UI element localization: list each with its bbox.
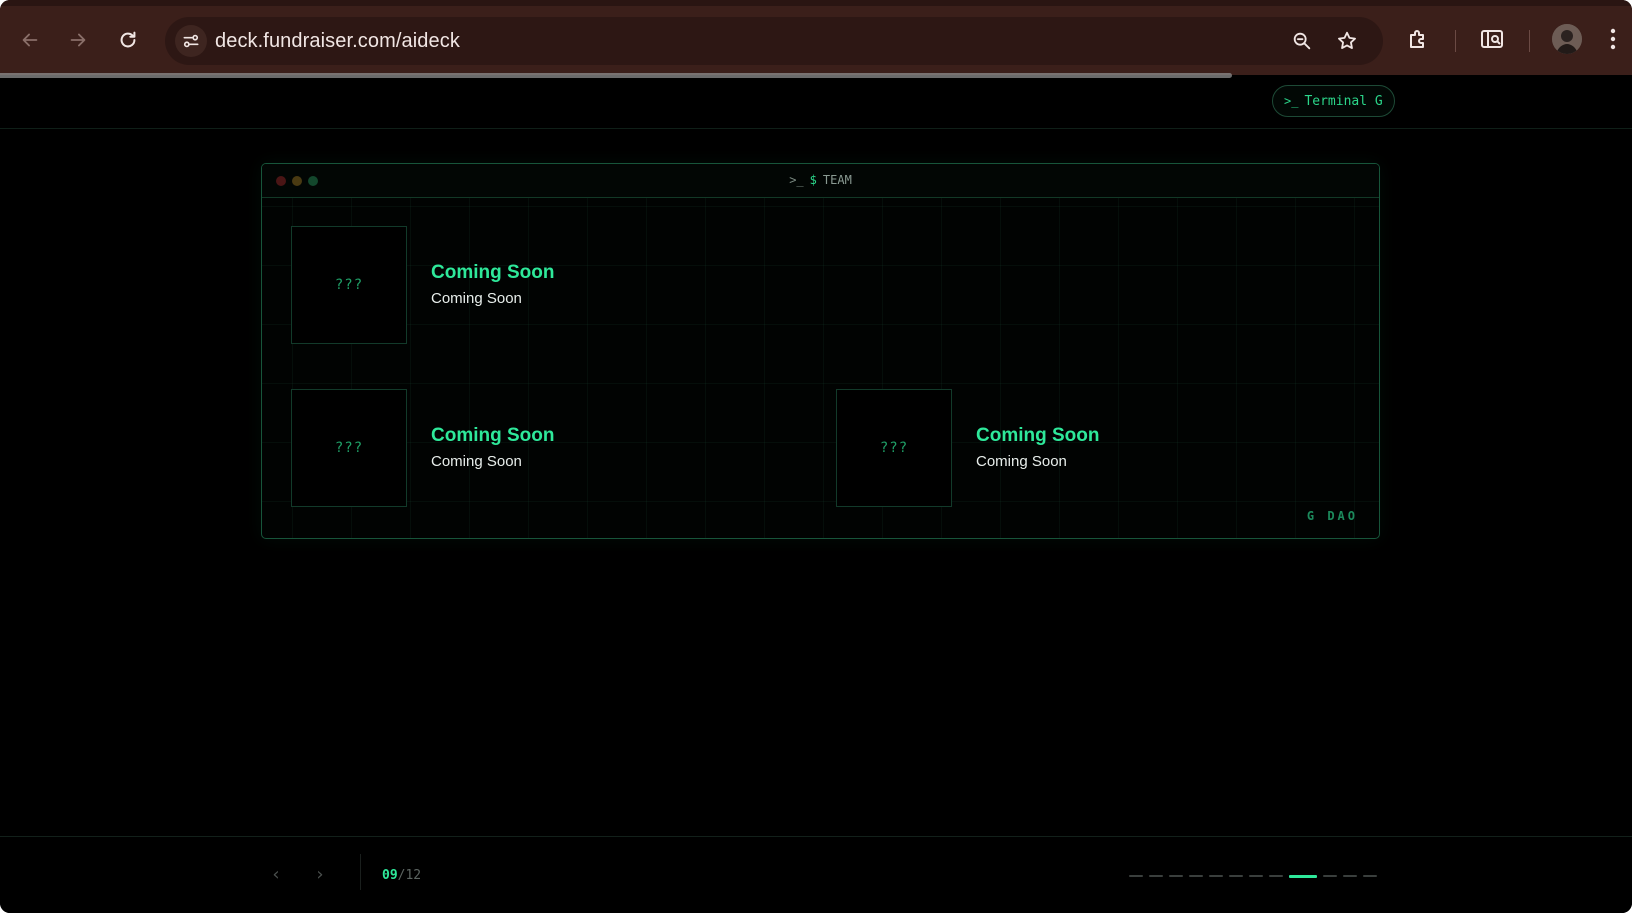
terminal-prompt-icon: >_ [1284,94,1299,108]
back-arrow-icon[interactable] [14,24,46,56]
member-name: Coming Soon [431,262,555,283]
member-name: Coming Soon [976,425,1100,446]
toolbar-divider [1455,30,1456,52]
kebab-menu-icon[interactable] [1598,24,1628,54]
slide-counter: 09/12 [382,868,421,883]
member-role: Coming Soon [976,453,1067,470]
footer-divider [0,836,1632,837]
terminal-button[interactable]: >_ Terminal G [1272,85,1395,117]
team-terminal-window: >_ $ TEAM ??? Coming Soon Coming Soon ??? … [261,163,1380,539]
site-settings-icon[interactable] [175,25,207,57]
member-role: Coming Soon [431,290,522,307]
prompt-symbol: $ [809,173,817,187]
member-avatar-placeholder: ??? [291,389,407,507]
profile-avatar[interactable] [1552,24,1582,54]
prev-slide-button[interactable]: ‹ [264,862,288,886]
zoom-icon[interactable] [1290,29,1314,53]
next-slide-button[interactable]: › [308,862,332,886]
member-name: Coming Soon [431,425,555,446]
brand-tag: G DAO [1306,509,1358,523]
slide-progress-segment[interactable] [1169,875,1183,877]
slide-progress-segment[interactable] [1129,875,1143,877]
slide-progress-segment[interactable] [1189,875,1203,877]
toolbar-divider [1529,30,1530,52]
slide-progress-segment[interactable] [1343,875,1357,877]
member-role: Coming Soon [431,453,522,470]
slide-progress-segment[interactable] [1229,875,1243,877]
chevron-right-icon: › [316,863,324,885]
window-titlebar: >_ $ TEAM [262,164,1379,198]
chevron-left-icon: ‹ [272,863,280,885]
slide-progress-segment[interactable] [1209,875,1223,877]
team-member-card: ??? Coming Soon Coming Soon [291,389,791,507]
window-title: >_ $ TEAM [262,173,1379,187]
slide-progress-segment[interactable] [1249,875,1263,877]
tab-strip [0,0,1632,6]
pager-divider [360,854,361,890]
current-slide: 09 [382,868,398,883]
deck-page: >_ Terminal G >_ $ TEAM ??? Coming Soon Co… [0,78,1632,913]
slide-progress-segment[interactable] [1289,874,1317,878]
address-bar[interactable]: deck.fundraiser.com/aideck [165,17,1383,65]
slide-progress-segment[interactable] [1323,875,1337,877]
header-divider [0,128,1632,129]
browser-toolbar: deck.fundraiser.com/aideck [0,0,1632,78]
slide-progress-segment[interactable] [1149,875,1163,877]
member-avatar-placeholder: ??? [291,226,407,344]
url-text[interactable]: deck.fundraiser.com/aideck [215,30,460,53]
reload-icon[interactable] [112,24,144,56]
team-member-card: ??? Coming Soon Coming Soon [291,226,791,344]
browser-window: deck.fundraiser.com/aideck >_ Terminal G… [0,0,1632,913]
total-slides: /12 [397,868,422,883]
puzzle-icon[interactable] [1403,24,1433,54]
terminal-prompt-icon: >_ [789,173,804,187]
star-icon[interactable] [1335,29,1359,53]
slide-progress-segment[interactable] [1363,875,1377,877]
search-panel-icon[interactable] [1478,24,1508,54]
window-title-text: TEAM [822,173,852,187]
member-avatar-placeholder: ??? [836,389,952,507]
team-member-card: ??? Coming Soon Coming Soon [836,389,1336,507]
forward-arrow-icon[interactable] [62,24,94,56]
slide-progress-segment[interactable] [1269,875,1283,877]
terminal-button-label: Terminal G [1304,93,1383,109]
